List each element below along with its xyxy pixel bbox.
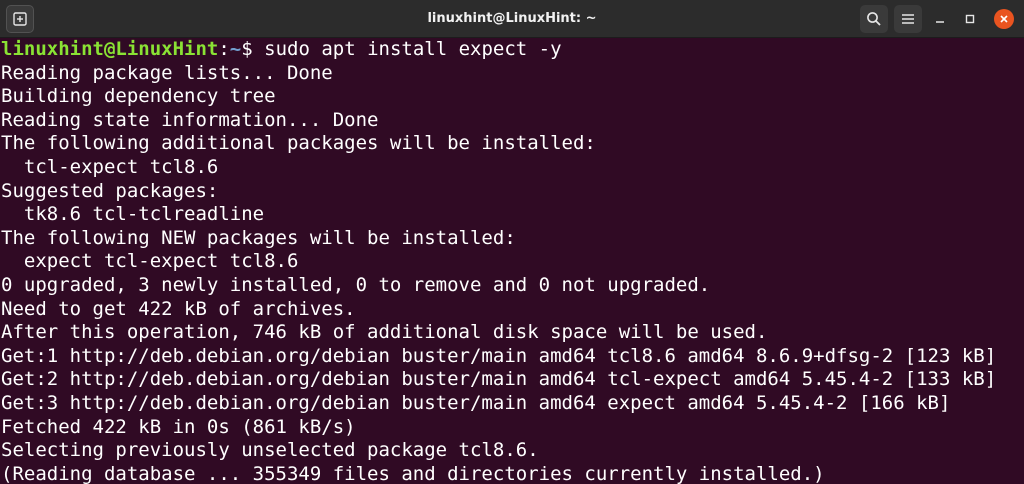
output-line: Get:3 http://deb.debian.org/debian buste… bbox=[1, 391, 951, 414]
prompt-symbol: $ bbox=[241, 38, 265, 60]
output-line: tk8.6 tcl-tclreadline bbox=[1, 203, 265, 226]
search-button[interactable] bbox=[860, 4, 888, 33]
output-line: Selecting previously unselected package … bbox=[1, 439, 539, 462]
output-line: Get:1 http://deb.debian.org/debian buste… bbox=[1, 344, 997, 367]
prompt-separator: : bbox=[218, 38, 230, 60]
prompt-command: sudo apt install expect -y bbox=[264, 38, 562, 60]
new-tab-icon bbox=[13, 11, 27, 26]
minimize-icon bbox=[936, 20, 944, 23]
output-line: expect tcl-expect tcl8.6 bbox=[1, 250, 299, 273]
close-button[interactable] bbox=[994, 8, 1014, 29]
output-line: Reading package lists... Done bbox=[1, 61, 333, 84]
output-line: The following additional packages will b… bbox=[1, 132, 596, 155]
maximize-button[interactable] bbox=[958, 7, 982, 31]
close-icon bbox=[1000, 14, 1008, 23]
search-icon bbox=[867, 11, 881, 26]
minimize-button[interactable] bbox=[928, 7, 952, 31]
output-line: The following NEW packages will be insta… bbox=[1, 226, 516, 249]
prompt-line: linuxhint@LinuxHint:~$ sudo apt install … bbox=[1, 38, 1024, 62]
output-line: Get:2 http://deb.debian.org/debian buste… bbox=[1, 368, 997, 391]
title-bar[interactable]: linuxhint@LinuxHint: ~ bbox=[0, 0, 1024, 38]
menu-button[interactable] bbox=[894, 4, 922, 33]
output-line: Reading state information... Done bbox=[1, 108, 379, 131]
output-line: 0 upgraded, 3 newly installed, 0 to remo… bbox=[1, 273, 711, 296]
hamburger-menu-icon bbox=[902, 13, 914, 24]
output-line: Need to get 422 kB of archives. bbox=[1, 297, 356, 320]
maximize-icon bbox=[965, 14, 975, 23]
output-line: After this operation, 746 kB of addition… bbox=[1, 321, 768, 344]
prompt-path: ~ bbox=[229, 38, 242, 60]
output-line: Suggested packages: bbox=[1, 179, 219, 202]
terminal-output[interactable]: linuxhint@LinuxHint:~$ sudo apt install … bbox=[0, 38, 1024, 484]
terminal-window: linuxhint@LinuxHint: ~ linuxhint@LinuxHi… bbox=[0, 0, 1024, 484]
new-tab-button[interactable] bbox=[6, 4, 34, 33]
output-line: tcl-expect tcl8.6 bbox=[1, 155, 219, 178]
output-line: Fetched 422 kB in 0s (861 kB/s) bbox=[1, 415, 356, 438]
output-line: (Reading database ... 355349 files and d… bbox=[1, 462, 825, 484]
output-line: Building dependency tree bbox=[1, 85, 276, 108]
prompt-user-host: linuxhint@LinuxHint bbox=[1, 38, 219, 60]
